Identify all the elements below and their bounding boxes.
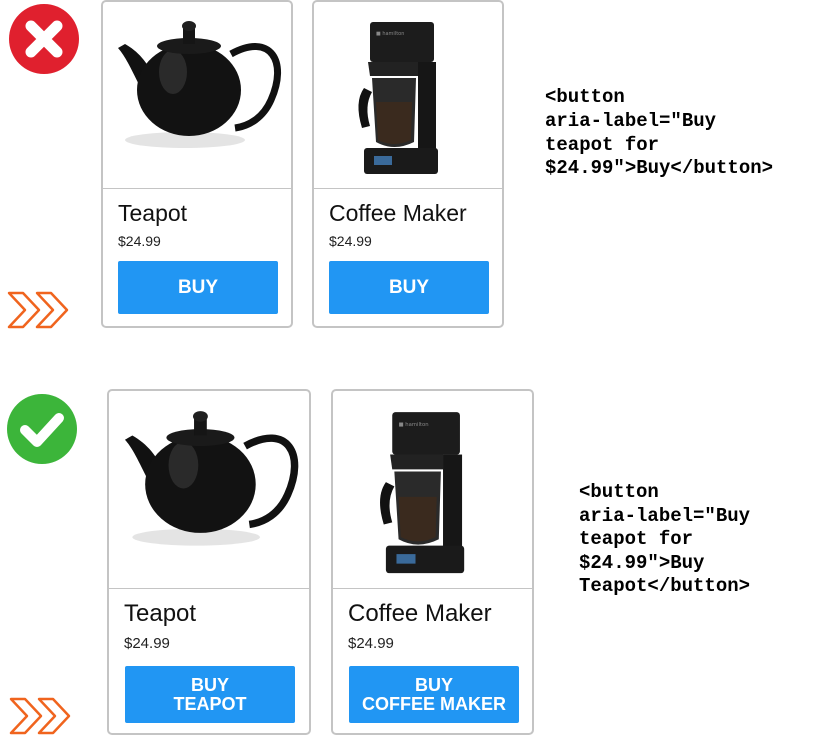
buy-coffee-maker-button[interactable]: BUY COFFEE MAKER [349,666,519,723]
product-price: $24.99 [118,233,161,249]
product-card-coffee-maker: ■ hamilton Coffee Maker $24.99 BUY [312,0,504,328]
button-label-line: TEAPOT [173,693,247,714]
product-price: $24.99 [348,635,394,652]
button-label-line: BUY [177,276,219,298]
x-icon [9,4,79,74]
code-line: teapot for [545,133,660,156]
product-image-area: ■ hamilton [314,2,502,189]
code-line: Teapot</button> [579,575,751,598]
product-price: $24.99 [124,635,170,652]
coffee-maker-image: ■ hamilton [380,412,465,574]
buy-teapot-button[interactable]: BUY TEAPOT [125,666,295,723]
product-card-teapot: Teapot $24.99 BUY [101,0,293,328]
product-card-coffee-maker: ■ hamilton Coffee Maker $24.99 BUY COFFE… [331,389,534,735]
double-chevron-right-icon [9,697,71,735]
code-line: teapot for [579,528,694,551]
product-image-area [109,391,309,589]
button-label-line: COFFEE MAKER [362,693,506,714]
product-card-teapot: Teapot $24.99 BUY TEAPOT [107,389,311,735]
code-snippet-bad: <button aria-label="Buy teapot for $24.99">… [545,86,773,181]
button-label-line: BUY [190,674,229,695]
product-image-area [103,2,291,189]
product-name: Coffee Maker [329,200,467,226]
product-name: Teapot [118,200,188,226]
product-name: Coffee Maker [348,600,492,627]
button-label-line: BUY [388,276,430,298]
code-line: <button [545,86,625,108]
code-line: aria-label="Buy [545,109,717,132]
product-image-area: ■ hamilton [333,391,532,589]
teapot-image [124,411,299,546]
svg-text:■ hamilton: ■ hamilton [376,31,404,37]
double-chevron-right-icon [7,291,69,329]
svg-text:■ hamilton: ■ hamilton [399,422,429,428]
teapot-image [118,21,282,148]
product-price: $24.99 [329,233,372,249]
code-line: $24.99">Buy [579,551,705,574]
buy-button[interactable]: BUY [118,261,278,314]
code-line: $24.99">Buy</button> [545,157,774,180]
product-name: Teapot [124,600,197,627]
buy-button[interactable]: BUY [329,261,489,314]
coffee-maker-image: ■ hamilton [358,22,438,174]
check-icon [7,394,77,464]
button-label-line: BUY [414,674,453,695]
code-snippet-good: <button aria-label="Buy teapot for $24.99">… [579,481,750,599]
code-line: aria-label="Buy [579,504,751,527]
code-line: <button [579,481,659,503]
